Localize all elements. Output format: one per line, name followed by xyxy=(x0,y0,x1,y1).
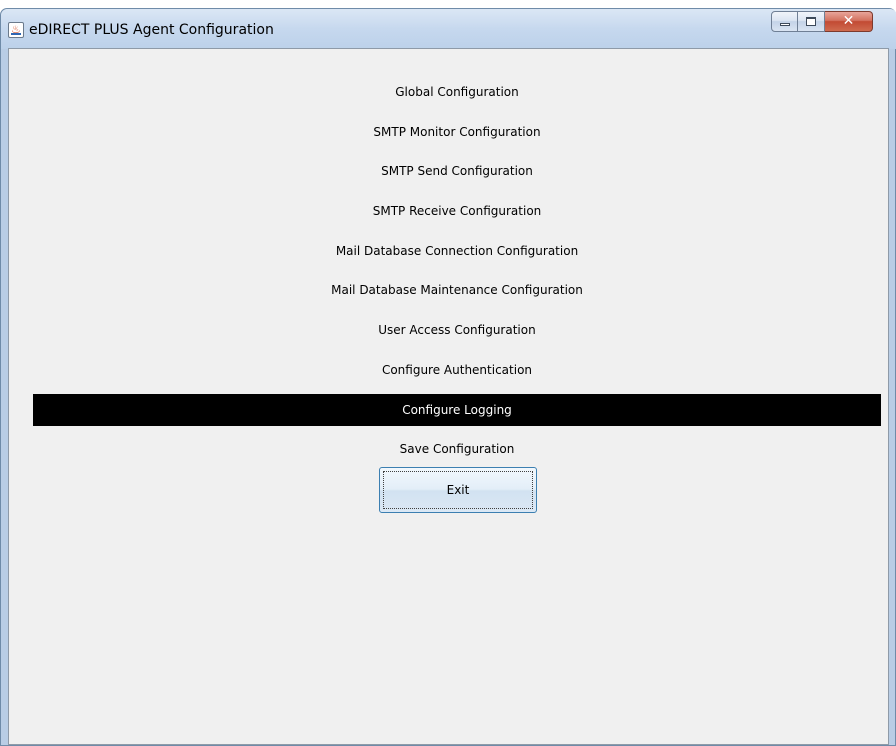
minimize-button[interactable] xyxy=(771,11,798,32)
java-app-icon[interactable]: ♨ xyxy=(8,22,24,38)
window-title: eDIRECT PLUS Agent Configuration xyxy=(29,22,274,38)
title-bar[interactable]: ♨ eDIRECT PLUS Agent Configuration ✕ xyxy=(1,9,896,49)
menu-item-smtp-monitor-configuration[interactable]: SMTP Monitor Configuration xyxy=(33,116,881,148)
menu-item-smtp-receive-configuration[interactable]: SMTP Receive Configuration xyxy=(33,195,881,227)
menu-item-user-access-configuration[interactable]: User Access Configuration xyxy=(33,314,881,346)
menu-item-global-configuration[interactable]: Global Configuration xyxy=(33,76,881,108)
menu-item-save-configuration[interactable]: Save Configuration xyxy=(33,433,881,465)
exit-button[interactable]: Exit xyxy=(379,467,537,513)
close-button[interactable]: ✕ xyxy=(825,11,873,32)
minimize-icon xyxy=(780,23,790,26)
menu-item-mail-database-maintenance-configuration[interactable]: Mail Database Maintenance Configuration xyxy=(33,274,881,306)
maximize-icon xyxy=(806,17,816,26)
menu-item-configure-logging[interactable]: Configure Logging xyxy=(33,394,881,426)
menu-item-configure-authentication[interactable]: Configure Authentication xyxy=(33,354,881,386)
configuration-panel: Global Configuration SMTP Monitor Config… xyxy=(8,48,889,745)
exit-button-label: Exit xyxy=(446,483,470,497)
close-icon: ✕ xyxy=(842,13,855,29)
window-controls: ✕ xyxy=(771,11,873,32)
maximize-button[interactable] xyxy=(798,11,825,32)
menu-item-smtp-send-configuration[interactable]: SMTP Send Configuration xyxy=(33,155,881,187)
app-window: ♨ eDIRECT PLUS Agent Configuration ✕ Glo… xyxy=(0,8,896,746)
menu-item-mail-database-connection-configuration[interactable]: Mail Database Connection Configuration xyxy=(33,235,881,267)
